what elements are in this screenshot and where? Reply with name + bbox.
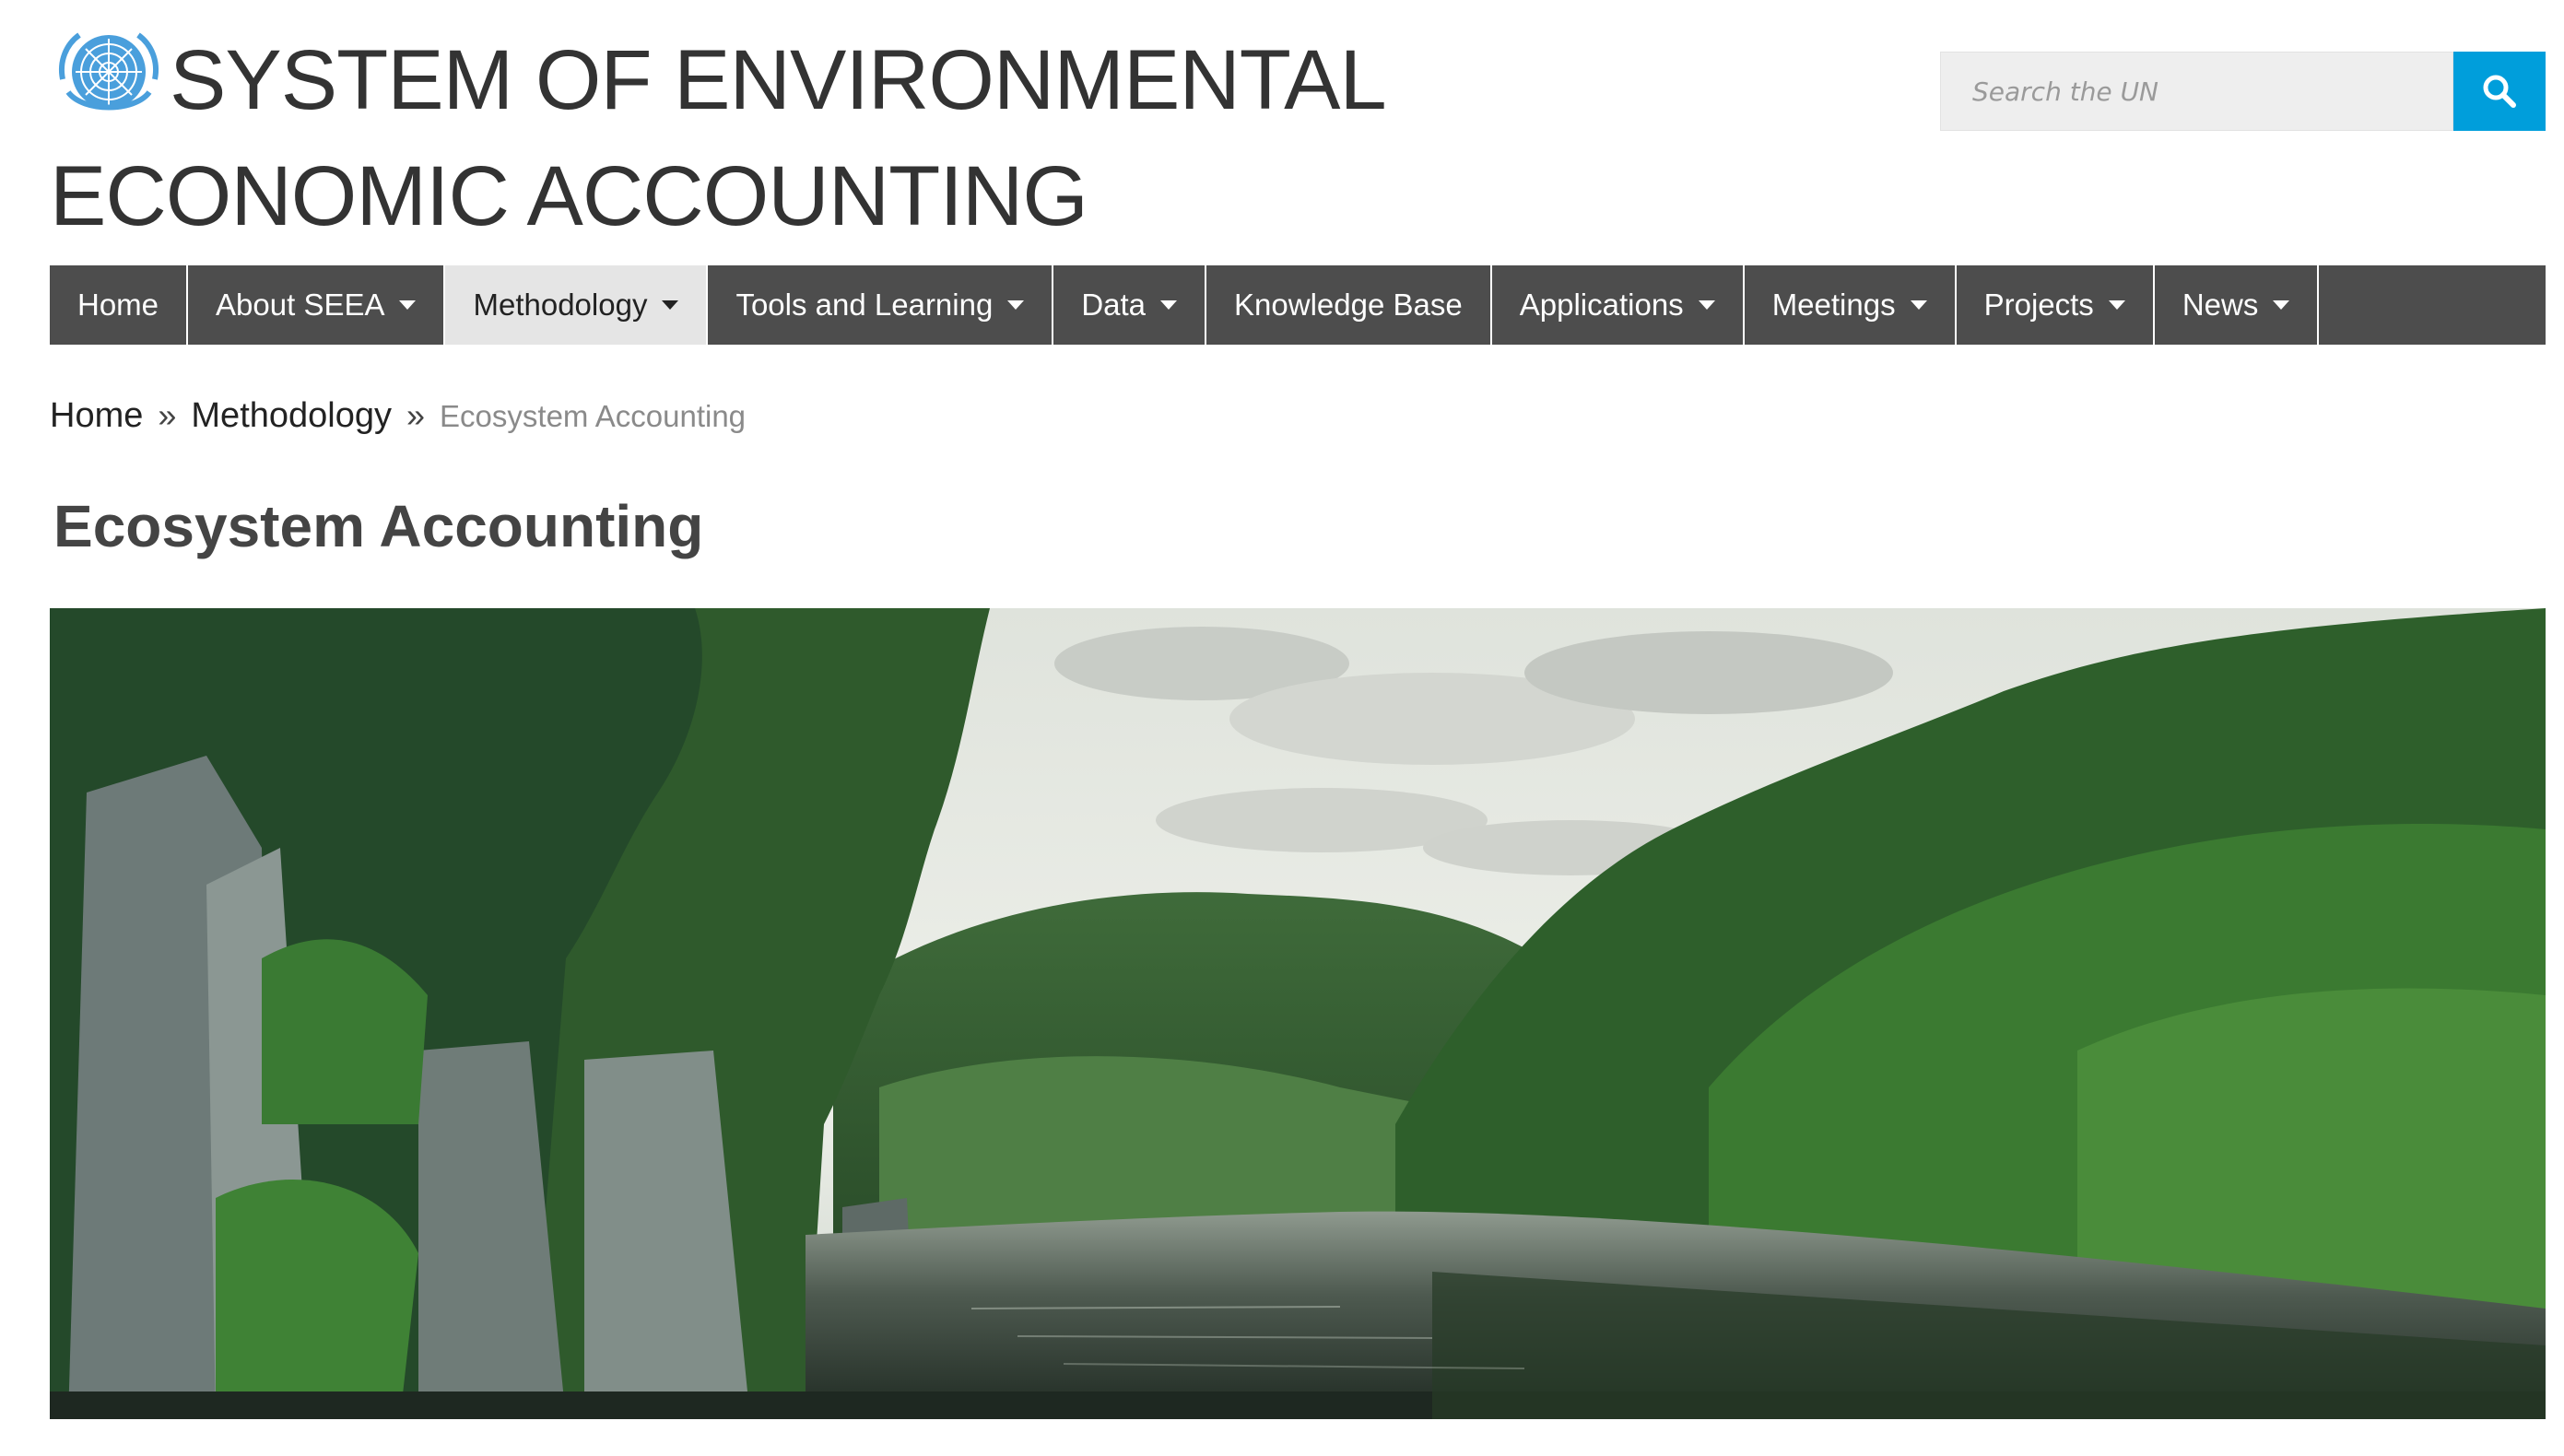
nav-item-methodology[interactable]: Methodology xyxy=(445,265,709,345)
chevron-down-icon xyxy=(662,300,679,310)
chevron-down-icon xyxy=(1698,300,1715,310)
search-icon xyxy=(2483,75,2516,108)
chevron-down-icon xyxy=(399,300,417,310)
site-header: SYSTEM OF ENVIRONMENTAL ECONOMIC ACCOUNT… xyxy=(0,0,2564,258)
nav-item-label: Projects xyxy=(1983,288,2094,322)
nav-item-applications[interactable]: Applications xyxy=(1492,265,1745,345)
chevron-down-icon xyxy=(2273,300,2290,310)
breadcrumb-link-methodology[interactable]: Methodology xyxy=(191,396,392,436)
nav-item-news[interactable]: News xyxy=(2155,265,2320,345)
nav-item-label: Tools and Learning xyxy=(735,288,994,322)
breadcrumb-separator: » xyxy=(158,396,177,434)
nav-item-about-seea[interactable]: About SEEA xyxy=(188,265,446,345)
hero-image xyxy=(50,608,2546,1419)
nav-item-data[interactable]: Data xyxy=(1053,265,1207,345)
nav-item-meetings[interactable]: Meetings xyxy=(1745,265,1957,345)
river-landscape-image xyxy=(50,608,2546,1419)
nav-item-label: Data xyxy=(1081,288,1147,322)
breadcrumb-current: Ecosystem Accounting xyxy=(440,399,747,433)
chevron-down-icon xyxy=(2108,300,2125,310)
main-nav: Home About SEEA Methodology Tools and Le… xyxy=(50,265,2546,345)
breadcrumb-link-home[interactable]: Home xyxy=(50,396,143,436)
search-button[interactable] xyxy=(2453,52,2546,131)
chevron-down-icon xyxy=(1910,300,1927,310)
nav-item-label: Knowledge Base xyxy=(1234,288,1463,322)
nav-item-label: About SEEA xyxy=(216,288,385,322)
search-input[interactable] xyxy=(1940,52,2453,131)
nav-item-home[interactable]: Home xyxy=(50,265,189,345)
nav-item-tools-and-learning[interactable]: Tools and Learning xyxy=(708,265,1054,345)
nav-item-label: Applications xyxy=(1519,288,1684,322)
breadcrumb-separator: » xyxy=(406,396,426,434)
page-title: Ecosystem Accounting xyxy=(53,493,704,559)
chevron-down-icon xyxy=(1007,300,1025,310)
nav-item-label: Home xyxy=(77,288,159,322)
nav-item-projects[interactable]: Projects xyxy=(1957,265,2155,345)
nav-item-label: News xyxy=(2182,288,2259,322)
nav-item-label: Meetings xyxy=(1771,288,1896,322)
nav-item-label: Methodology xyxy=(473,288,648,322)
chevron-down-icon xyxy=(1160,300,1178,310)
nav-item-knowledge-base[interactable]: Knowledge Base xyxy=(1206,265,1492,345)
site-title[interactable]: SYSTEM OF ENVIRONMENTAL ECONOMIC ACCOUNT… xyxy=(50,22,1782,254)
breadcrumb: Home » Methodology » Ecosystem Accountin… xyxy=(50,396,746,436)
